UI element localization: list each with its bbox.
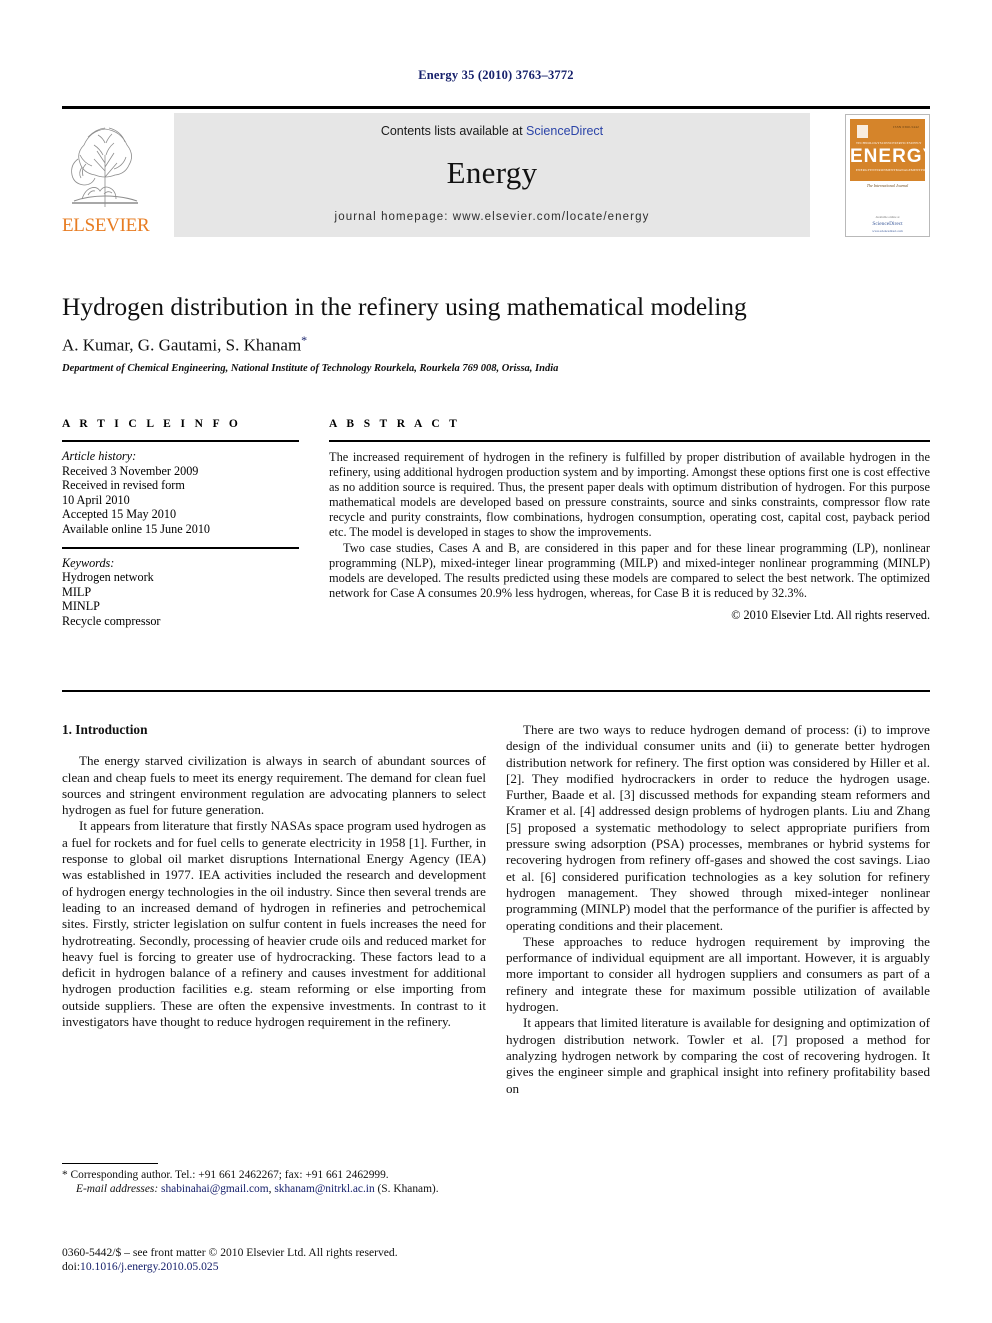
abstract-paragraph: The increased requirement of hydrogen in… [329,450,930,540]
email-suffix: (S. Khanam). [377,1183,439,1196]
imprint-block: 0360-5442/$ – see front matter © 2010 El… [62,1246,542,1275]
keyword-item: Hydrogen network [62,570,154,585]
body-paragraph: It appears that limited literature is av… [506,1015,930,1096]
footnote-rule [62,1163,158,1164]
abstract-copyright: © 2010 Elsevier Ltd. All rights reserved… [731,607,930,622]
abstract-paragraph: Two case studies, Cases A and B, are con… [329,540,930,600]
affiliation: Department of Chemical Engineering, Nati… [62,363,559,374]
journal-title: Energy [446,155,538,190]
doi-link[interactable]: 10.1016/j.energy.2010.05.025 [80,1260,218,1273]
abstract-body: The increased requirement of hydrogen in… [329,442,930,601]
imprint-doi: doi:10.1016/j.energy.2010.05.025 [62,1260,542,1274]
cover-top-keyword-1: SCIENCE [879,141,895,145]
cover-subtitle: The International Journal [866,183,909,188]
article-history-block: Article history: Received 3 November 200… [62,442,299,537]
doi-label: doi: [62,1260,81,1274]
cover-top-keyword-2: SERVICE [894,141,909,145]
cover-available-label: Available online at [875,215,900,219]
elsevier-logo: ELSEVIER [62,113,150,237]
running-head: Energy 35 (2010) 3763–3772 [418,68,574,82]
keywords-block: Keywords: Hydrogen network MILP MINLP Re… [62,549,299,629]
cover-bottom-keyword-2: MANAGEMENT [895,168,921,172]
cover-sciencedirect-brand: ScienceDirect [872,221,903,227]
cover-elsevier-icon [857,125,868,138]
abstract-heading: A B S T R A C T [329,418,461,430]
article-history-item: Available online 15 June 2010 [62,521,211,536]
imprint-front-matter: 0360-5442/$ – see front matter © 2010 El… [62,1246,398,1259]
cover-bottom-keyword-1: ENVIRONMENT [870,168,896,172]
contents-available-line: Contents lists available at ScienceDirec… [174,124,810,138]
article-info-column: A R T I C L E I N F O Article history: R… [62,418,299,629]
email-link-1[interactable]: shabinahai@gmail.com [161,1183,269,1195]
journal-banner: ELSEVIER Contents lists available at Sci… [62,106,930,237]
sciencedirect-link[interactable]: ScienceDirect [526,124,603,138]
elsevier-wordmark: ELSEVIER [62,215,150,236]
body-column-right: There are two ways to reduce hydrogen de… [506,722,930,1097]
keyword-item: MILP [62,584,92,599]
cover-bottom-keyword-3: POLICY [920,168,929,172]
keyword-item: MINLP [62,599,100,614]
email-link-2[interactable]: skhanam@nitrkl.ac.in [274,1183,374,1195]
body-paragraph: The energy starved civilization is alway… [62,753,486,818]
journal-homepage-link[interactable]: journal homepage: www.elsevier.com/locat… [174,211,810,223]
body-paragraph: There are two ways to reduce hydrogen de… [506,722,930,933]
elsevier-tree-icon [64,115,146,213]
email-note: E-mail addresses: shabinahai@gmail.com, … [76,1183,439,1196]
section-separator-rule [62,690,930,692]
cover-orange-band: ISSN 0360-5442 TECHNOLOGY SCIENCE SERVIC… [850,119,930,181]
cover-sciencedirect-url: www.sciencedirect.com [872,229,903,233]
email-label: E-mail addresses: [76,1183,159,1196]
banner-center-panel: Contents lists available at ScienceDirec… [174,113,810,237]
article-history-item: Received in revised form [62,478,185,493]
footnote-block: * Corresponding author. Tel.: +91 661 24… [62,1168,486,1196]
article-history-item: Received 3 November 2009 [62,463,199,478]
cover-issn: ISSN 0360-5442 [893,125,919,129]
corresponding-author-note: * Corresponding author. Tel.: +91 661 24… [62,1169,389,1181]
journal-cover-thumbnail: ISSN 0360-5442 TECHNOLOGY SCIENCE SERVIC… [845,114,930,237]
author-names: A. Kumar, G. Gautami, S. Khanam [62,335,302,355]
keyword-item: Recycle compressor [62,613,161,628]
contents-prefix: Contents lists available at [380,124,527,138]
article-info-heading: A R T I C L E I N F O [62,418,242,430]
paper-page: Energy 35 (2010) 3763–3772 ELSEVIER Cont… [0,0,992,1323]
section-heading-introduction: 1. Introduction [62,722,148,737]
corresponding-author-marker: * [301,333,308,347]
cover-top-keywords: TECHNOLOGY SCIENCE SERVICE SUPPLY [856,141,922,145]
article-title: Hydrogen distribution in the refinery us… [62,292,747,321]
abstract-column: A B S T R A C T The increased requiremen… [329,418,930,623]
cover-bottom-keyword-0: ENERGY [856,168,871,172]
keywords-label: Keywords: [62,555,115,570]
body-paragraph: These approaches to reduce hydrogen requ… [506,933,930,1015]
article-history-item: Accepted 15 May 2010 [62,507,177,522]
cover-title: ENERGY [850,146,930,167]
body-paragraph: It appears from literature that firstly … [62,818,486,1030]
body-column-left: 1. Introduction The energy starved civil… [62,722,486,1030]
author-list: A. Kumar, G. Gautami, S. Khanam* [62,333,882,356]
cover-top-keyword-0: TECHNOLOGY [856,141,880,145]
cover-top-keyword-3: SUPPLY [908,141,922,145]
article-history-item: 10 April 2010 [62,492,130,507]
cover-bottom-keywords: ENERGY ENVIRONMENT MANAGEMENT POLICY [856,168,929,172]
article-history-label: Article history: [62,449,137,463]
